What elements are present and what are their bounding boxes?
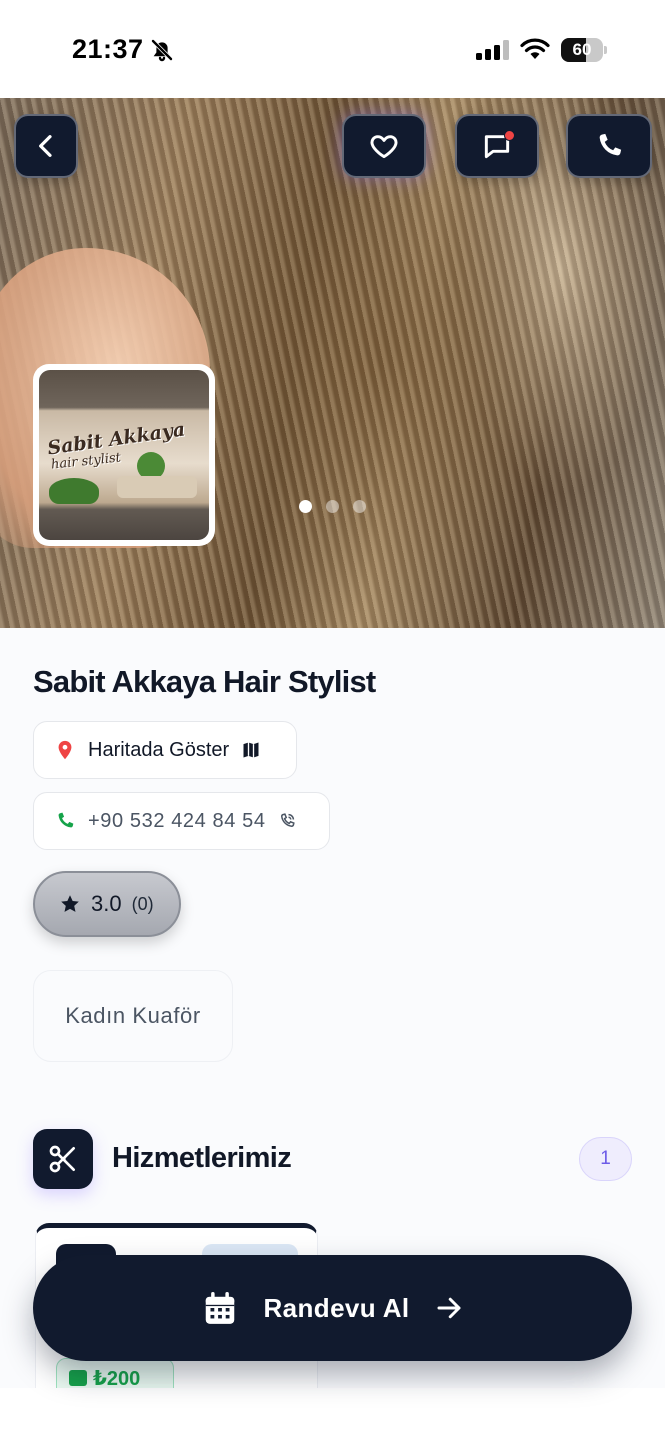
show-on-map-button[interactable]: Haritada Göster	[33, 721, 297, 779]
phone-call-icon	[280, 813, 295, 827]
service-price-value: ₺200	[93, 1367, 141, 1390]
services-section-icon	[33, 1129, 93, 1189]
money-icon	[69, 1370, 87, 1386]
battery-icon: 60	[561, 38, 607, 62]
book-appointment-button[interactable]: Randevu Al	[33, 1255, 632, 1361]
message-button[interactable]	[455, 114, 539, 178]
services-count-badge: 1	[579, 1137, 632, 1181]
scissors-icon	[49, 1145, 75, 1173]
favorite-button[interactable]	[342, 114, 426, 178]
rating-badge[interactable]: 3.0 (0)	[33, 871, 181, 937]
business-name: Sabit Akkaya Hair Stylist	[33, 664, 376, 699]
map-pin-icon	[58, 740, 72, 760]
signal-icon	[476, 40, 509, 60]
battery-percentage: 60	[572, 40, 592, 59]
back-button[interactable]	[14, 114, 78, 178]
status-bar: 21:37 60	[0, 0, 665, 98]
carousel-dot[interactable]	[353, 500, 366, 513]
hero-image[interactable]	[0, 98, 665, 628]
wifi-icon	[520, 38, 550, 59]
show-on-map-label: Haritada Göster	[88, 738, 230, 761]
book-appointment-label: Randevu Al	[263, 1292, 410, 1323]
phone-number-button[interactable]: +90 532 424 84 54	[33, 792, 330, 850]
bottom-safe-area	[0, 1388, 665, 1440]
call-button[interactable]	[566, 114, 652, 178]
back-icon	[39, 135, 52, 157]
rating-count: (0)	[131, 893, 154, 914]
carousel-dot[interactable]	[299, 500, 312, 513]
category-tag[interactable]: Kadın Kuaför	[33, 970, 233, 1062]
carousel-indicator	[299, 500, 366, 513]
map-icon	[243, 742, 259, 758]
bell-off-icon	[151, 39, 173, 62]
star-icon	[61, 895, 79, 912]
carousel-dot[interactable]	[326, 500, 339, 513]
phone-number: +90 532 424 84 54	[88, 809, 266, 832]
heart-icon	[370, 135, 398, 159]
services-title: Hizmetlerimiz	[112, 1142, 292, 1174]
notification-dot	[504, 130, 515, 141]
rating-value: 3.0	[91, 891, 122, 916]
status-time: 21:37	[72, 34, 144, 64]
gallery-thumbnail[interactable]: Sabit Akkaya hair stylist	[33, 364, 215, 546]
phone-icon	[599, 133, 622, 156]
phone-icon	[58, 812, 74, 828]
calendar-icon	[206, 1292, 235, 1324]
arrow-right-icon	[437, 1297, 461, 1319]
salon-photo: Sabit Akkaya hair stylist	[39, 370, 209, 540]
